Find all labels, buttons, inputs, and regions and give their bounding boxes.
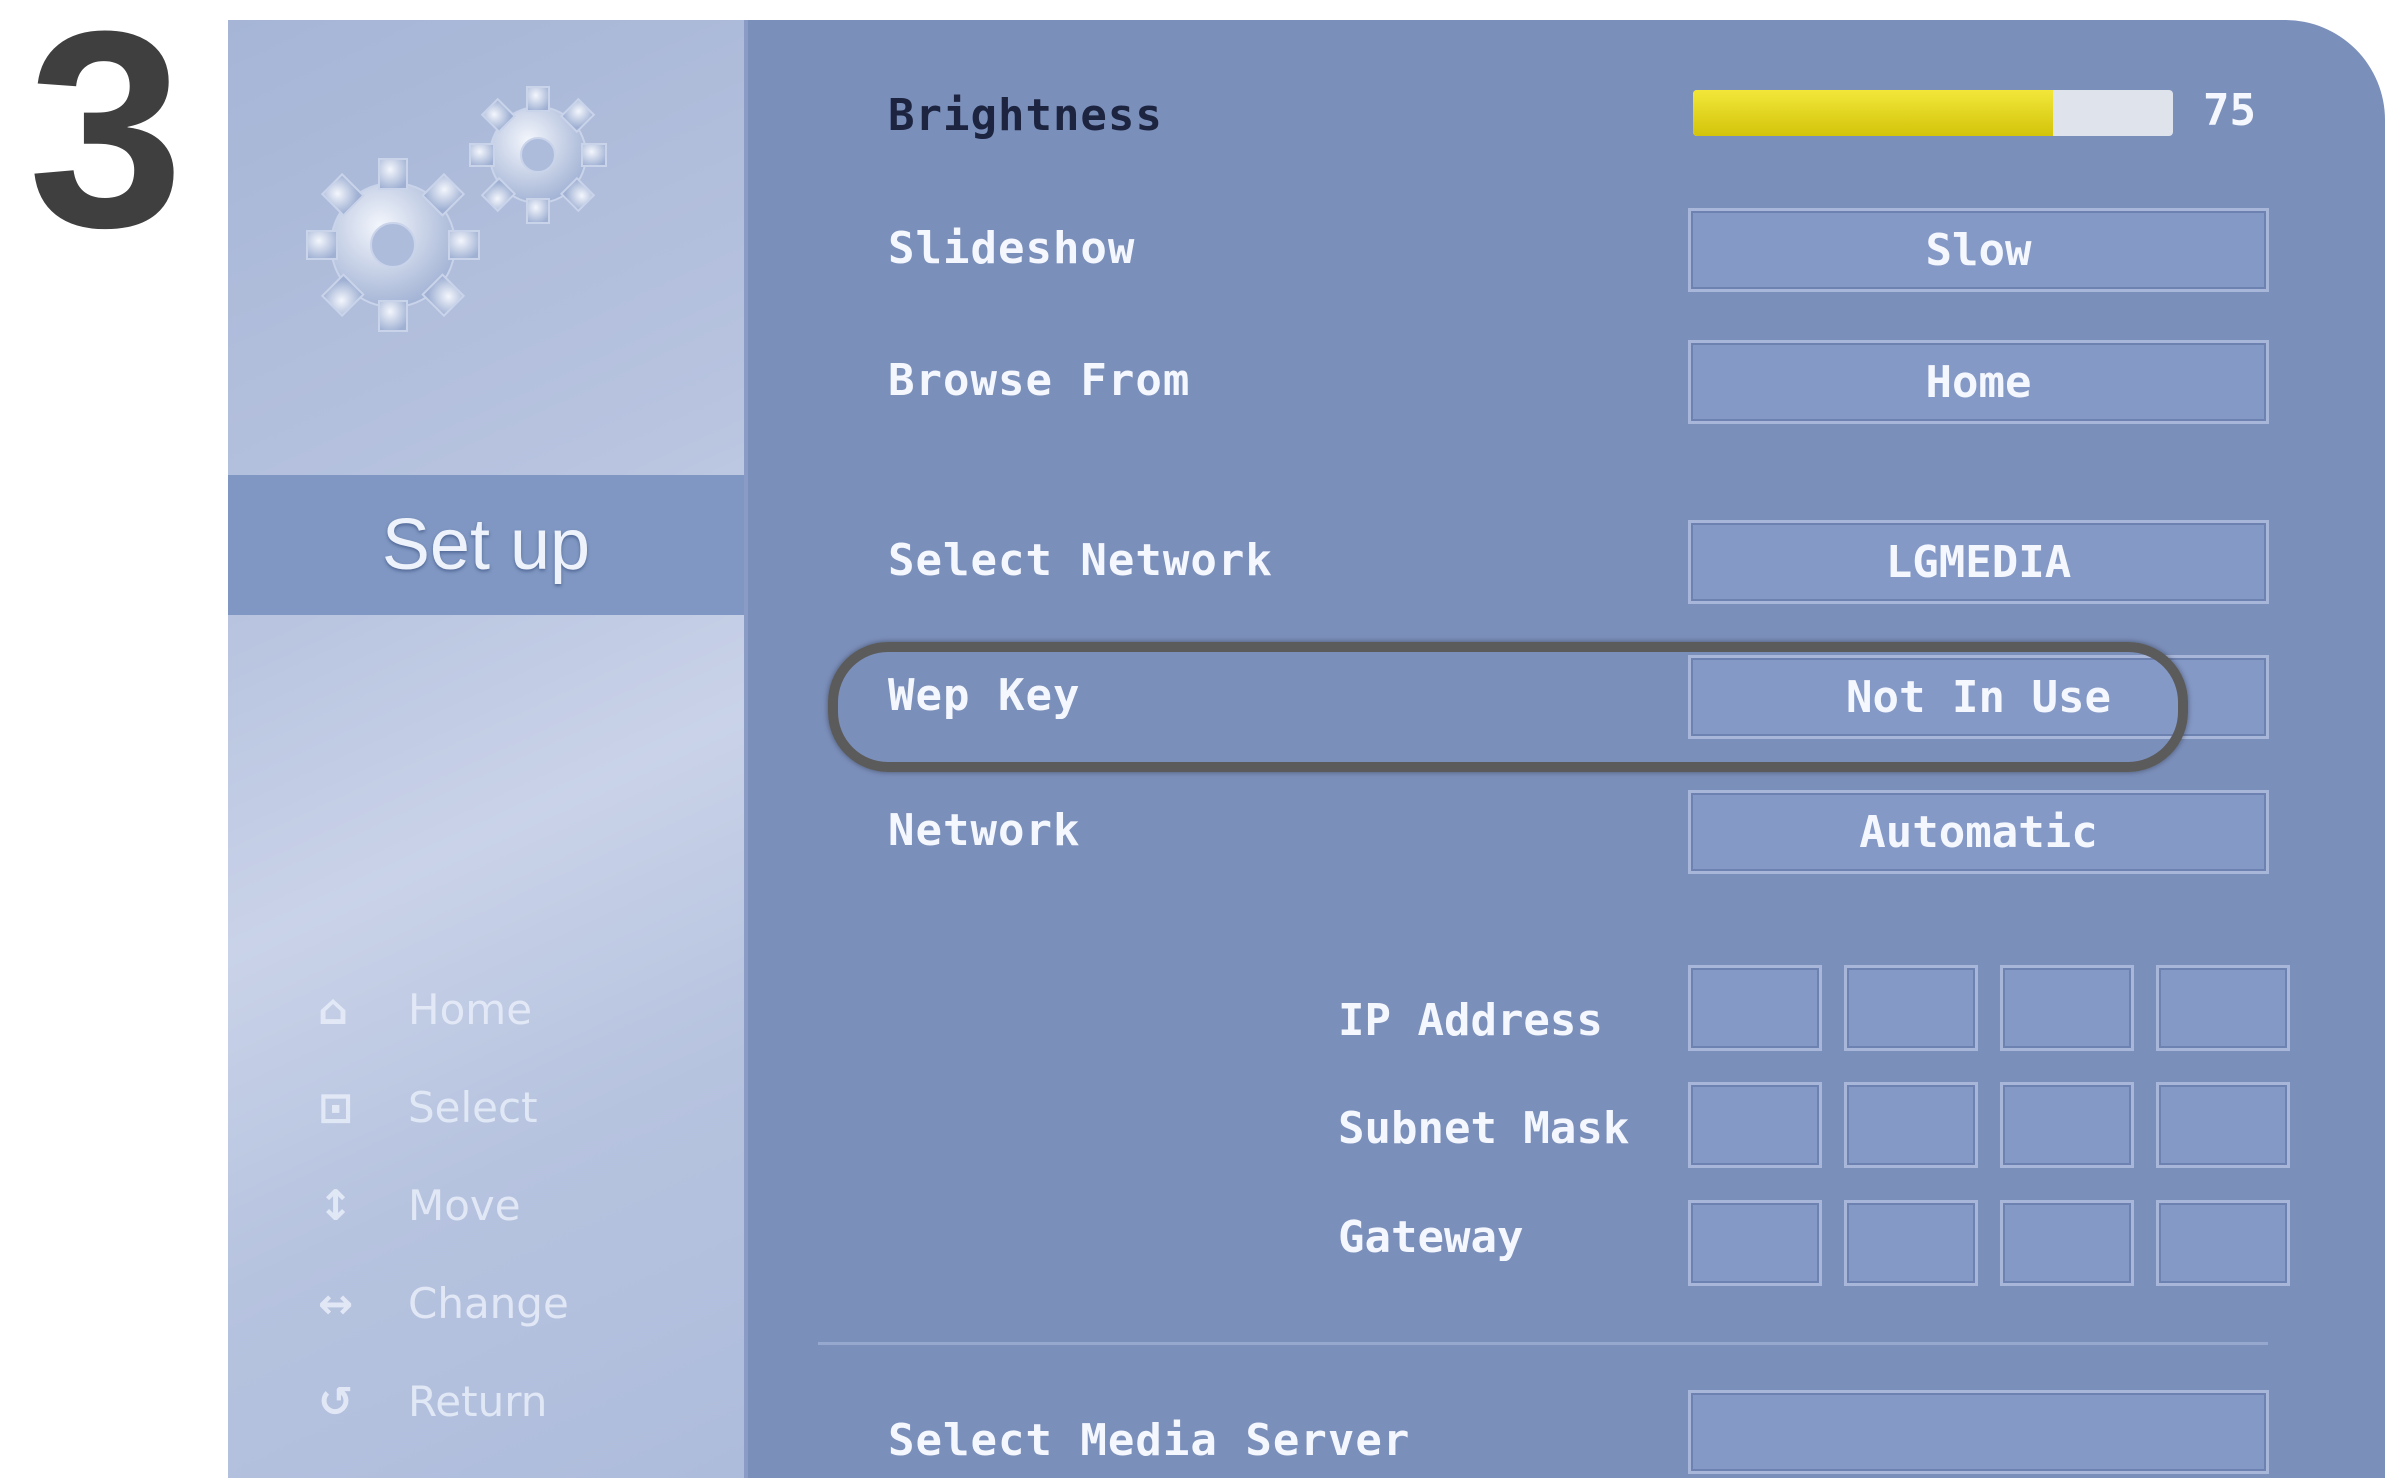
select-icon: ⊡ <box>318 1082 354 1132</box>
browse-from-value[interactable]: Home <box>1688 340 2269 424</box>
move-arrows-icon: ↕ <box>318 1180 354 1230</box>
subnet-octet-1[interactable] <box>1688 1082 1822 1168</box>
slideshow-row[interactable]: Slideshow <box>888 208 1135 288</box>
divider <box>818 1342 2268 1345</box>
browse-from-row[interactable]: Browse From <box>888 340 1190 420</box>
subnet-octet-4[interactable] <box>2156 1082 2290 1168</box>
brightness-row[interactable]: Brightness <box>888 75 1163 155</box>
ip-address-field <box>1688 965 2290 1051</box>
help-move: ↕ Move <box>318 1156 569 1254</box>
select-media-server-label: Select Media Server <box>888 1414 1411 1466</box>
subnet-mask-field <box>1688 1082 2290 1168</box>
select-network-row[interactable]: Select Network <box>888 520 1273 600</box>
browse-from-label: Browse From <box>888 354 1191 406</box>
select-network-value[interactable]: LGMEDIA <box>1688 520 2269 604</box>
network-label: Network <box>888 804 1081 856</box>
select-media-server-value[interactable] <box>1688 1390 2269 1474</box>
gateway-octet-1[interactable] <box>1688 1200 1822 1286</box>
subnet-octet-2[interactable] <box>1844 1082 1978 1168</box>
help-legend: ⌂ Home ⊡ Select ↕ Move ↔ Change ↺ Return <box>318 960 569 1450</box>
highlight-ring <box>828 642 2188 772</box>
help-label: Home <box>408 984 533 1034</box>
subnet-octet-3[interactable] <box>2000 1082 2134 1168</box>
change-arrows-icon: ↔ <box>318 1278 354 1328</box>
brightness-label: Brightness <box>888 89 1163 141</box>
slideshow-label: Slideshow <box>888 222 1136 274</box>
network-row[interactable]: Network <box>888 790 1080 870</box>
help-change: ↔ Change <box>318 1254 569 1352</box>
select-media-server-row[interactable]: Select Media Server <box>888 1400 1410 1478</box>
home-icon: ⌂ <box>318 984 349 1034</box>
ip-octet-2[interactable] <box>1844 965 1978 1051</box>
help-select: ⊡ Select <box>318 1058 569 1156</box>
brightness-value: 75 <box>2203 85 2256 136</box>
help-label: Select <box>408 1082 538 1132</box>
return-icon: ↺ <box>318 1376 354 1426</box>
help-label: Change <box>408 1278 569 1328</box>
ip-octet-3[interactable] <box>2000 965 2134 1051</box>
select-network-label: Select Network <box>888 534 1273 586</box>
brightness-fill <box>1693 90 2053 136</box>
gateway-label: Gateway <box>1338 1212 1524 1263</box>
sidebar: Set up ⌂ Home ⊡ Select ↕ Move ↔ Change ↺… <box>228 20 748 1478</box>
network-value[interactable]: Automatic <box>1688 790 2269 874</box>
step-number: 3 <box>28 0 184 286</box>
help-return: ↺ Return <box>318 1352 569 1450</box>
ip-address-label: IP Address <box>1338 995 1603 1046</box>
settings-panel: Brightness 75 Slideshow Slow Browse From… <box>748 20 2385 1478</box>
sidebar-title: Set up <box>228 475 744 615</box>
help-label: Return <box>408 1376 548 1426</box>
brightness-slider[interactable] <box>1693 90 2173 136</box>
setup-screen: Set up ⌂ Home ⊡ Select ↕ Move ↔ Change ↺… <box>228 20 2385 1478</box>
gateway-octet-3[interactable] <box>2000 1200 2134 1286</box>
ip-octet-4[interactable] <box>2156 965 2290 1051</box>
help-label: Move <box>408 1180 521 1230</box>
help-home: ⌂ Home <box>318 960 569 1058</box>
subnet-mask-label: Subnet Mask <box>1338 1103 1630 1154</box>
slideshow-value[interactable]: Slow <box>1688 208 2269 292</box>
gateway-octet-2[interactable] <box>1844 1200 1978 1286</box>
gateway-field <box>1688 1200 2290 1286</box>
ip-octet-1[interactable] <box>1688 965 1822 1051</box>
gateway-octet-4[interactable] <box>2156 1200 2290 1286</box>
gears-icon <box>306 86 607 332</box>
